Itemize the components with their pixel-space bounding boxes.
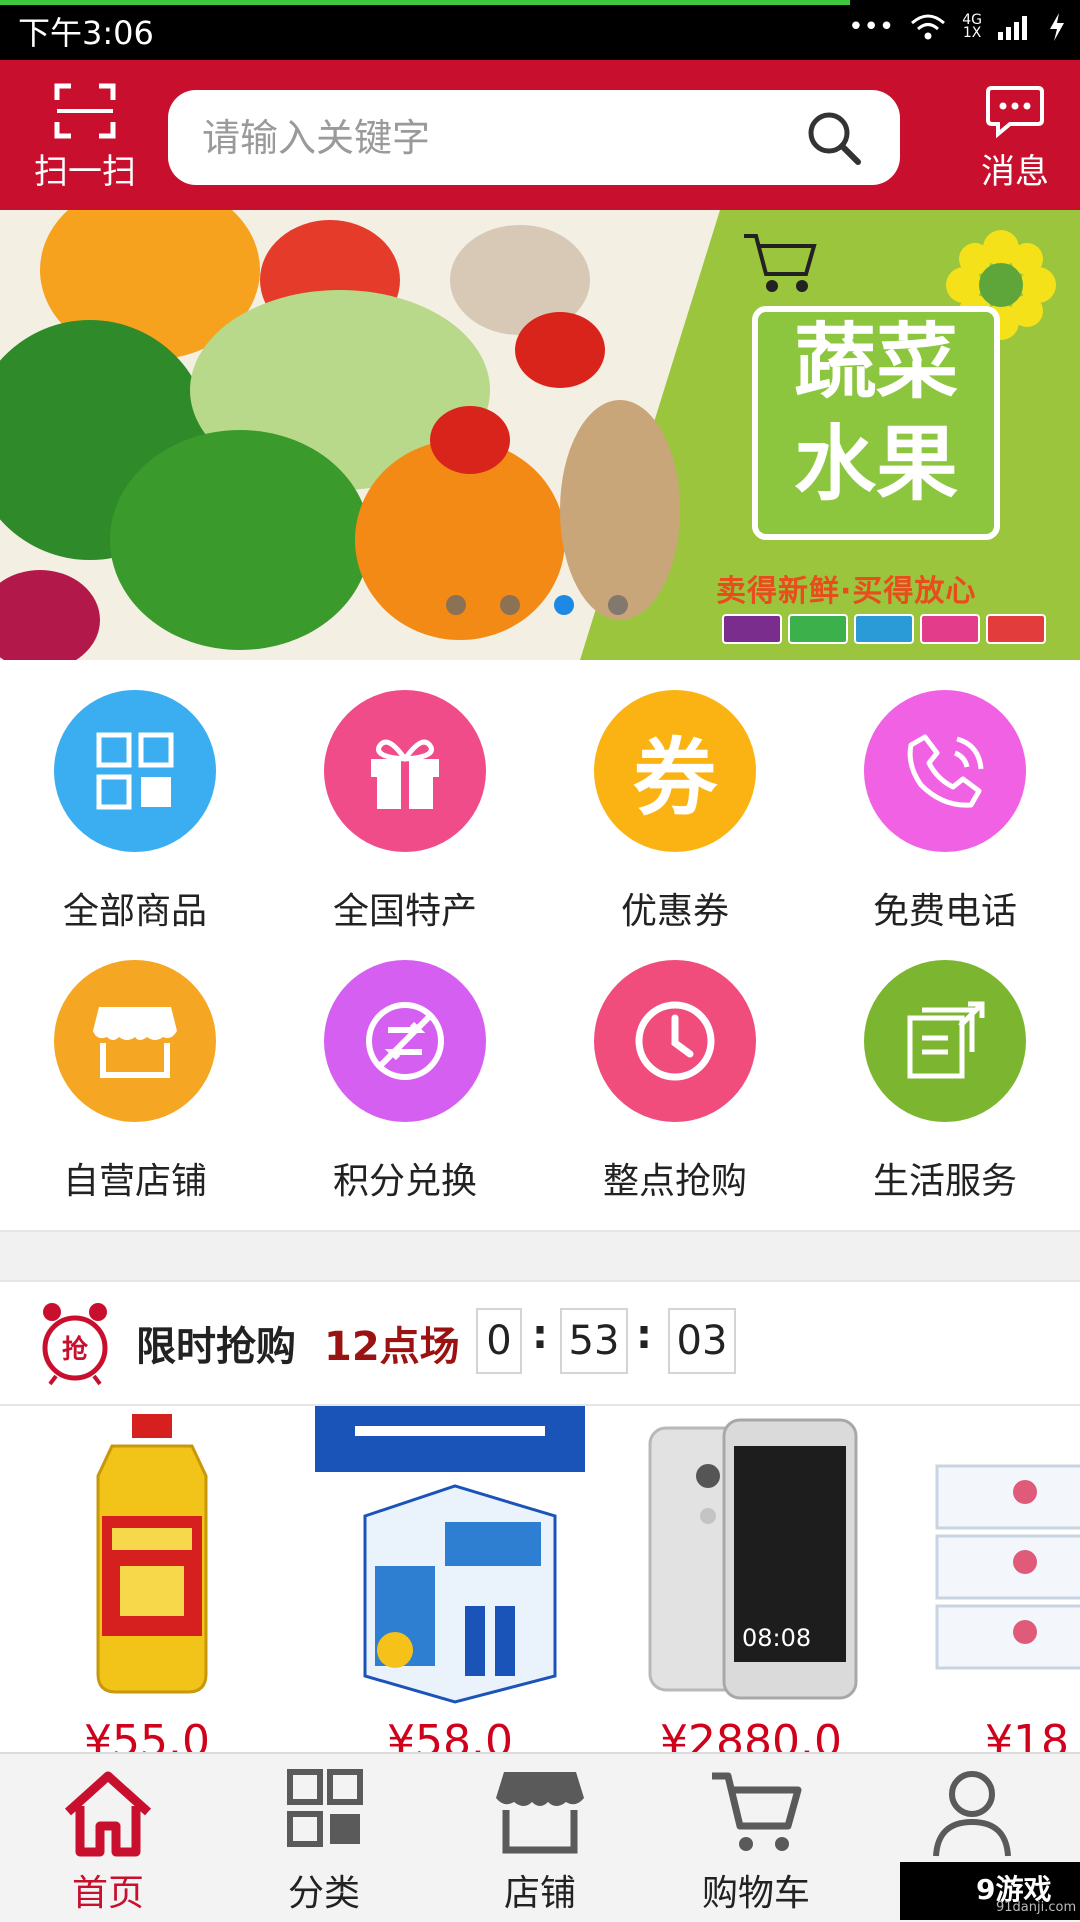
category-label: 自营店铺	[62, 1161, 207, 1202]
category-label: 整点抢购	[602, 1161, 747, 1202]
svg-text:抢: 抢	[62, 1334, 89, 1365]
product-price: ¥55.0	[84, 1716, 210, 1756]
category-label: 全部商品	[62, 891, 207, 932]
product-price: ¥58.0	[387, 1716, 513, 1756]
coupon-icon: 券	[632, 728, 717, 827]
promo-banner[interactable]: 蔬菜 水果 卖得新鲜·买得放心	[0, 210, 1080, 660]
scan-icon	[54, 83, 116, 139]
store-icon	[496, 1772, 584, 1854]
status-time: 下午3:06	[18, 14, 154, 52]
badge-fresh	[788, 614, 848, 644]
status-icons: ••• 4G 1X	[848, 12, 1066, 42]
status-bar: 下午3:06 ••• 4G 1X	[0, 0, 1080, 60]
cart-icon	[744, 234, 817, 292]
network-type: 4G 1X	[962, 12, 982, 41]
banner-pagination[interactable]	[446, 595, 628, 615]
category-hourly-flash-sale[interactable]: 整点抢购	[540, 930, 810, 1202]
product-price: ¥2880.0	[660, 1716, 842, 1756]
banner-dot-active[interactable]	[554, 595, 574, 615]
countdown-seconds: 03	[668, 1308, 736, 1374]
badge-intimate	[920, 614, 980, 644]
category-self-store[interactable]: 自营店铺	[0, 930, 270, 1202]
top-header: 扫一扫 消息	[0, 60, 1080, 210]
cart-icon	[712, 1772, 802, 1851]
scan-button[interactable]: 扫一扫	[20, 78, 150, 193]
product-image-cooking-oil	[96, 1414, 208, 1694]
category-coupon[interactable]: 券 优惠券	[540, 660, 810, 932]
search-input[interactable]	[200, 108, 764, 168]
tab-category[interactable]: 分类	[216, 1754, 432, 1922]
banner-dot[interactable]	[608, 595, 628, 615]
category-label: 优惠券	[620, 891, 729, 932]
flash-sale-products: ¥55.0 ¥58.0 08:08 ¥2880.0 ¥18	[0, 1406, 1080, 1756]
category-label: 积分兑换	[332, 1161, 477, 1202]
exchange-icon	[366, 1002, 444, 1080]
tab-label: 购物车	[701, 1873, 810, 1914]
tab-home[interactable]: 首页	[0, 1754, 216, 1922]
tab-store[interactable]: 店铺	[432, 1754, 648, 1922]
category-grid: 全部商品 全国特产 券 优惠券 免费电话 自营店铺 积分兑换 整点抢购 生活服务	[0, 660, 1080, 1230]
category-life-service[interactable]: 生活服务	[810, 930, 1080, 1202]
flash-sale-session: 12点场	[324, 1324, 460, 1370]
banner-dot[interactable]	[446, 595, 466, 615]
category-free-call[interactable]: 免费电话	[810, 660, 1080, 932]
product-image-yogurt-box	[315, 1406, 585, 1704]
category-national-specialty[interactable]: 全国特产	[270, 660, 540, 932]
category-label: 生活服务	[872, 1161, 1017, 1202]
user-icon	[933, 1771, 1011, 1857]
product-card[interactable]: ¥18	[925, 1406, 1080, 1756]
svg-text:08:08: 08:08	[742, 1624, 811, 1652]
category-icon	[287, 1769, 363, 1847]
section-divider	[0, 1230, 1080, 1282]
countdown-separator: :	[532, 1312, 548, 1358]
clock-icon	[635, 1001, 715, 1081]
home-icon	[64, 1771, 152, 1857]
countdown-minutes: 53	[560, 1308, 628, 1374]
banner-slogan: 卖得新鲜·买得放心	[716, 574, 977, 609]
product-price: ¥18	[985, 1716, 1069, 1756]
category-label: 全国特产	[332, 891, 477, 932]
tab-cart[interactable]: 购物车	[648, 1754, 864, 1922]
flash-sale-title: 限时抢购	[136, 1324, 296, 1370]
charging-icon	[1050, 13, 1064, 41]
tab-label: 分类	[287, 1873, 360, 1914]
banner-badges	[722, 614, 1046, 644]
site-watermark: 9游戏 91danji.com	[900, 1862, 1080, 1920]
countdown-separator: :	[636, 1312, 652, 1358]
scan-label: 扫一扫	[34, 152, 136, 192]
wifi-icon	[911, 14, 946, 40]
page-load-progress	[0, 0, 850, 5]
product-card[interactable]: ¥55.0	[20, 1406, 285, 1756]
search-box[interactable]	[168, 90, 900, 185]
product-image-tissues	[935, 1464, 1080, 1670]
gift-icon	[371, 739, 439, 809]
alarm-clock-icon: 抢	[42, 1303, 108, 1386]
watermark-site: 91danji.com	[996, 1900, 1077, 1915]
countdown-hours: 0	[476, 1308, 522, 1374]
grid-icon	[96, 732, 174, 810]
category-label: 免费电话	[872, 891, 1017, 932]
store-icon	[93, 1007, 177, 1078]
badge-cheap	[722, 614, 782, 644]
phone-icon	[907, 734, 984, 808]
product-image-smartphone: 08:08	[648, 1418, 858, 1700]
banner-dot[interactable]	[500, 595, 520, 615]
more-dots-icon: •••	[848, 12, 895, 42]
badge-satisfied	[986, 614, 1046, 644]
tab-label: 店铺	[503, 1873, 576, 1914]
badge-quality	[854, 614, 914, 644]
banner-headline: 蔬菜 水果	[752, 306, 1000, 540]
product-card[interactable]: 08:08 ¥2880.0	[620, 1406, 885, 1756]
search-icon[interactable]	[804, 108, 864, 168]
message-label: 消息	[981, 152, 1049, 192]
flash-sale-header[interactable]: 抢 限时抢购 12点场 0 : 53 : 03	[0, 1280, 1080, 1406]
category-points-exchange[interactable]: 积分兑换	[270, 930, 540, 1202]
category-all-products[interactable]: 全部商品	[0, 660, 270, 932]
message-icon	[986, 86, 1044, 138]
message-button[interactable]: 消息	[960, 78, 1070, 193]
signal-icon	[998, 16, 1027, 40]
service-icon	[907, 1001, 985, 1079]
product-card[interactable]: ¥58.0	[315, 1406, 585, 1756]
tab-label: 首页	[71, 1873, 144, 1914]
